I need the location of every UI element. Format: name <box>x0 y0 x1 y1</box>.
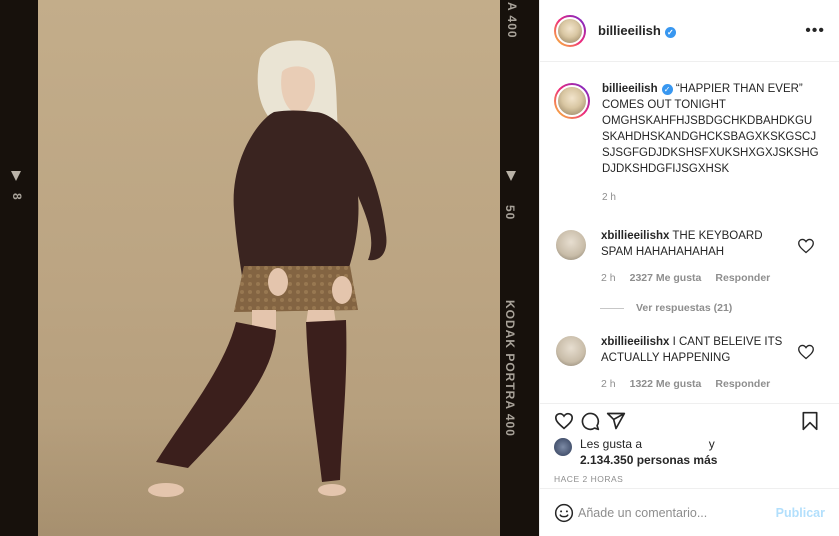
post-actions: Les gusta a y 2.134.350 personas más HAC… <box>540 403 839 484</box>
comment-time: 2 h <box>601 272 616 284</box>
heart-icon <box>554 412 574 430</box>
comment-likes[interactable]: 1322 Me gusta <box>630 376 702 392</box>
film-brand: KODAK PORTRA 400 <box>503 300 517 437</box>
caption-line-3: OMGHSKAHFHJSBDGCHKDBAHDKGU <box>602 115 813 127</box>
verified-badge-icon: ✓ <box>664 27 676 38</box>
photo-backdrop <box>38 0 500 536</box>
likes-summary: Les gusta a y 2.134.350 personas más <box>554 436 825 468</box>
film-arrow-left-icon <box>11 171 21 181</box>
reply-button[interactable]: Responder <box>715 376 770 392</box>
posted-time: HACE 2 HORAS <box>554 474 624 484</box>
share-icon <box>606 412 626 430</box>
liker-avatar[interactable] <box>554 438 572 456</box>
verified-badge-icon: ✓ <box>661 84 673 95</box>
save-button[interactable] <box>801 411 819 431</box>
comment-text-line: THE KEYBOARD <box>672 230 763 242</box>
comment-likes[interactable]: 2327 Me gusta <box>630 270 702 286</box>
reply-button[interactable]: Responder <box>715 270 770 286</box>
film-frame-number: 8 <box>10 193 24 201</box>
liked-by-prefix: Les gusta a <box>580 437 643 451</box>
author-avatar[interactable] <box>554 14 586 47</box>
commenter-username[interactable]: xbillieeilishx <box>601 336 669 348</box>
like-button[interactable] <box>554 412 574 430</box>
caption-username[interactable]: billieeilish <box>602 83 658 95</box>
post-caption: billieeilish ✓ “HAPPIER THAN EVER” COMES … <box>554 81 825 206</box>
liked-by-suffix: y <box>708 437 715 451</box>
caption-line-2: COMES OUT TONIGHT <box>602 99 726 111</box>
comment-icon <box>581 412 600 431</box>
caption-line-5: SJSGFGDJDKSHSFXUKSHXGXJSKSHG <box>602 147 819 159</box>
caption-line-1: “HAPPIER THAN EVER” <box>675 83 803 95</box>
commenter-avatar[interactable] <box>556 230 586 260</box>
comment-text-line: I CANT BELEIVE ITS <box>672 336 783 348</box>
comment-button[interactable] <box>580 411 600 431</box>
comment-input[interactable] <box>578 505 776 520</box>
comment-time: 2 h <box>601 378 616 390</box>
emoji-icon[interactable] <box>554 503 574 523</box>
share-button[interactable] <box>606 411 626 431</box>
add-comment-bar: Publicar <box>540 488 839 536</box>
film-arrow-right-icon <box>506 171 516 181</box>
comments-list[interactable]: billieeilish ✓ “HAPPIER THAN EVER” COMES … <box>540 63 839 403</box>
commenter-username[interactable]: xbillieeilishx <box>601 230 669 242</box>
comment-item: xbillieeilishx I CANT BELEIVE ITS ACTUAL… <box>554 334 825 392</box>
likes-count[interactable]: 2.134.350 personas más <box>580 452 717 468</box>
film-marker-top: A 400 <box>505 2 519 39</box>
post-side-panel: billieeilish ✓ ••• billieeilish ✓ “HAPPIER… <box>539 0 839 536</box>
caption-line-6: DJDKSHDGFIJSGXHSK <box>602 163 730 175</box>
replies-divider <box>600 307 624 309</box>
photo-subject-illustration <box>148 40 387 497</box>
comment-item: xbillieeilishx THE KEYBOARD SPAM HAHAHAH… <box>554 228 825 286</box>
publish-button[interactable]: Publicar <box>776 506 825 520</box>
post-photo[interactable]: A 400 50 KODAK PORTRA 400 8 <box>0 0 539 536</box>
author-username[interactable]: billieeilish ✓ <box>598 23 676 38</box>
instagram-post-view: A 400 50 KODAK PORTRA 400 8 billieeilish… <box>0 0 839 536</box>
more-options-icon[interactable]: ••• <box>805 22 825 40</box>
caption-author-avatar[interactable] <box>554 83 590 119</box>
commenter-avatar[interactable] <box>556 336 586 366</box>
caption-time: 2 h <box>602 192 616 203</box>
bookmark-icon <box>802 411 818 431</box>
heart-icon[interactable] <box>797 238 815 254</box>
comment-text-line: ACTUALLY HAPPENING <box>601 352 731 364</box>
view-replies-button[interactable]: Ver respuestas (21) <box>600 302 825 314</box>
caption-line-4: SKAHDHSKANDGHCKSBAGXKSKGSCJ <box>602 131 817 143</box>
heart-icon[interactable] <box>797 344 815 360</box>
comment-text-line: SPAM HAHAHAHAHAH <box>601 246 725 258</box>
film-marker-50: 50 <box>503 205 517 221</box>
post-header: billieeilish ✓ ••• <box>540 0 839 62</box>
